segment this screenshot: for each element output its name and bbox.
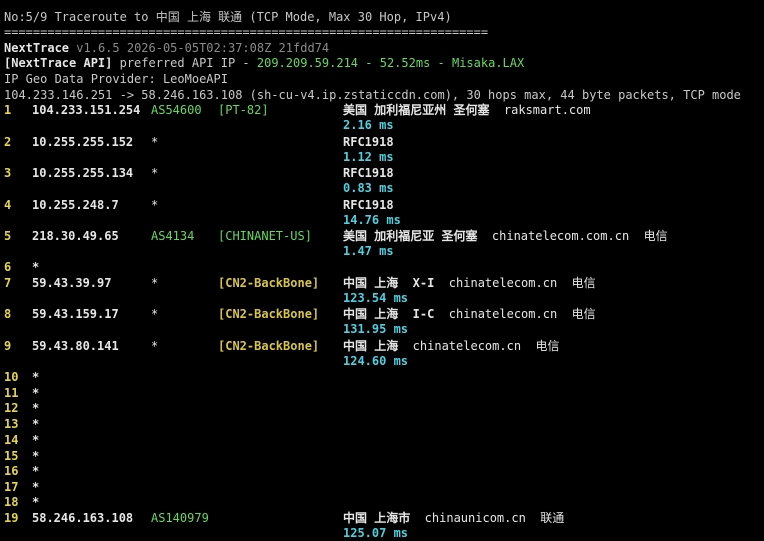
hop-domain: chinatelecom.cn bbox=[398, 339, 522, 353]
hop-asn: * bbox=[151, 166, 159, 180]
hop-number: 6 bbox=[4, 260, 12, 274]
api-label: [NextTrace API] bbox=[4, 56, 113, 70]
hop-rtt: 124.60 ms bbox=[343, 354, 409, 368]
hop-number: 13 bbox=[4, 417, 19, 431]
trace-title: No:5/9 Traceroute to 中国 上海 联通 (TCP Mode,… bbox=[4, 10, 452, 24]
hop-domain: chinaunicom.cn bbox=[410, 511, 526, 525]
api-line: [NextTrace API] preferred API IP - 209.2… bbox=[4, 56, 524, 71]
hop-asn: * bbox=[151, 339, 159, 353]
hop-domain: chinatelecom.com.cn bbox=[477, 229, 630, 243]
hop-ip: 59.43.80.141 bbox=[32, 339, 119, 353]
hop-domain: raksmart.com bbox=[489, 103, 591, 117]
hop-number: 4 bbox=[4, 198, 12, 212]
hop-number: 8 bbox=[4, 307, 12, 321]
hop-number: 10 bbox=[4, 370, 19, 384]
hop-number: 18 bbox=[4, 495, 19, 509]
hop-geo: RFC1918 bbox=[343, 135, 394, 149]
hop-tag: [CN2-BackBone] bbox=[218, 307, 320, 321]
app-name: NextTrace bbox=[4, 41, 70, 55]
hop-geo: 中国 上海市 chinaunicom.cn 联通 bbox=[343, 511, 565, 525]
hop-tag: [PT-82] bbox=[218, 103, 269, 117]
hop-rtt: 14.76 ms bbox=[343, 213, 401, 227]
hop-number: 9 bbox=[4, 339, 12, 353]
hop-number: 5 bbox=[4, 229, 12, 243]
hop-geo: RFC1918 bbox=[343, 198, 394, 212]
hop-number: 11 bbox=[4, 386, 19, 400]
hop-isp: 联通 bbox=[525, 511, 565, 525]
hop-geo: 中国 上海 X-I chinatelecom.cn 电信 bbox=[343, 276, 596, 290]
hop-tag: [CN2-BackBone] bbox=[218, 339, 320, 353]
hop-domain: chinatelecom.cn bbox=[434, 307, 558, 321]
hop-geo: 美国 加利福尼亚州 圣何塞 raksmart.com bbox=[343, 103, 591, 117]
hop-ip: 58.246.163.108 bbox=[32, 511, 134, 525]
hop-rtt: 2.16 ms bbox=[343, 118, 394, 132]
hop-geo: 中国 上海 I-C chinatelecom.cn 电信 bbox=[343, 307, 596, 321]
hop-asn: AS4134 bbox=[151, 229, 195, 243]
api-node: Misaka.LAX bbox=[451, 56, 525, 70]
hop-number: 2 bbox=[4, 135, 12, 149]
hop-ip: 10.255.255.152 bbox=[32, 135, 134, 149]
route-summary-line: 104.233.146.251 -> 58.246.163.108 (sh-cu… bbox=[4, 88, 741, 102]
version-line: NextTrace v1.6.5 2026-05-05T02:37:08Z 21… bbox=[4, 41, 329, 56]
api-dash: - bbox=[430, 56, 452, 70]
api-ip: 209.209.59.214 bbox=[256, 56, 359, 70]
hop-isp: 电信 bbox=[557, 276, 596, 290]
hop-ip: * bbox=[32, 417, 40, 431]
hop-ip: 218.30.49.65 bbox=[32, 229, 119, 243]
hop-ip: * bbox=[32, 495, 40, 509]
hop-domain: chinatelecom.cn bbox=[434, 276, 558, 290]
hop-asn: * bbox=[151, 307, 159, 321]
hop-geo: RFC1918 bbox=[343, 166, 394, 180]
terminal-window: No:5/9 Traceroute to 中国 上海 联通 (TCP Mode,… bbox=[0, 0, 764, 540]
hop-ip: 10.255.255.134 bbox=[32, 166, 134, 180]
hop-geo: 中国 上海 chinatelecom.cn 电信 bbox=[343, 339, 560, 353]
hop-number: 12 bbox=[4, 401, 19, 415]
api-latency: 52.52ms bbox=[379, 56, 431, 70]
hop-asn: * bbox=[151, 135, 159, 149]
hop-number: 19 bbox=[4, 511, 19, 525]
hop-ip: 59.43.39.97 bbox=[32, 276, 112, 290]
hop-rtt: 0.83 ms bbox=[343, 181, 394, 195]
hop-isp: 电信 bbox=[521, 339, 560, 353]
separator-line: ========================================… bbox=[4, 25, 489, 39]
hop-isp: 电信 bbox=[629, 229, 668, 243]
hop-number: 15 bbox=[4, 449, 19, 463]
hop-ip: 10.255.248.7 bbox=[32, 198, 119, 212]
hop-ip: * bbox=[32, 260, 40, 274]
api-dash: - bbox=[358, 56, 380, 70]
hop-asn: * bbox=[151, 198, 159, 212]
hop-number: 14 bbox=[4, 433, 19, 447]
hop-ip: * bbox=[32, 449, 40, 463]
hop-geo: 美国 加利福尼亚 圣何塞 chinatelecom.com.cn 电信 bbox=[343, 229, 668, 243]
hop-ip: 104.233.151.254 bbox=[32, 103, 141, 117]
hop-ip: * bbox=[32, 370, 40, 384]
hop-tag: [CHINANET-US] bbox=[218, 229, 312, 243]
geo-provider-line: IP Geo Data Provider: LeoMoeAPI bbox=[4, 72, 228, 86]
api-text: preferred API IP - bbox=[112, 56, 257, 70]
hop-asn: * bbox=[151, 276, 159, 290]
hop-asn: AS140979 bbox=[151, 511, 209, 525]
hop-ip: * bbox=[32, 464, 40, 478]
hop-rtt: 1.12 ms bbox=[343, 150, 394, 164]
hop-isp: 电信 bbox=[557, 307, 596, 321]
hop-rtt: 123.54 ms bbox=[343, 291, 409, 305]
hop-rtt: 131.95 ms bbox=[343, 322, 409, 336]
hop-ip: * bbox=[32, 386, 40, 400]
hop-rtt: 1.47 ms bbox=[343, 244, 394, 258]
hop-number: 1 bbox=[4, 103, 12, 117]
hop-ip: * bbox=[32, 433, 40, 447]
app-version: v1.6.5 2026-05-05T02:37:08Z 21fdd74 bbox=[76, 41, 330, 55]
hop-number: 7 bbox=[4, 276, 12, 290]
hop-ip: * bbox=[32, 401, 40, 415]
hop-number: 17 bbox=[4, 480, 19, 494]
hop-ip: 59.43.159.17 bbox=[32, 307, 119, 321]
hop-asn: AS54600 bbox=[151, 103, 202, 117]
hop-ip: * bbox=[32, 480, 40, 494]
hop-tag: [CN2-BackBone] bbox=[218, 276, 320, 290]
hop-number: 16 bbox=[4, 464, 19, 478]
hop-number: 3 bbox=[4, 166, 12, 180]
